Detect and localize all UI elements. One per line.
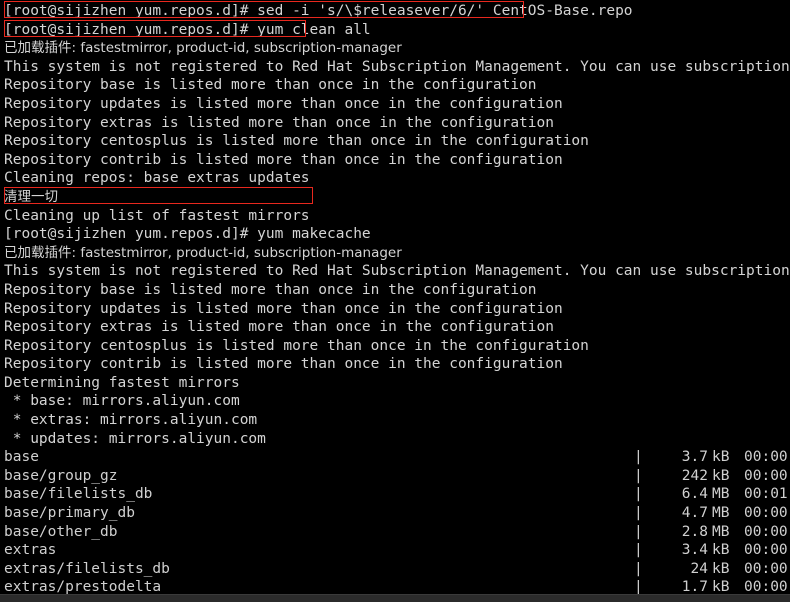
download-size: 1.7 (681, 579, 708, 594)
terminal-line: Repository extras is listed more than on… (4, 319, 554, 336)
terminal-line: Repository updates is listed more than o… (4, 300, 563, 317)
download-name: base/group_gz (4, 467, 118, 484)
download-size: 24 (690, 560, 708, 577)
terminal-line: Repository updates is listed more than o… (4, 95, 563, 112)
terminal-line: [root@sijizhen yum.repos.d]# yum makecac… (4, 226, 371, 243)
download-time: 00:00 (744, 505, 788, 522)
column-separator: | (634, 523, 643, 540)
terminal-line: Repository base is listed more than once… (4, 77, 537, 94)
terminal-line: * base: mirrors.aliyun.com (4, 393, 240, 410)
column-separator: | (634, 542, 643, 559)
column-separator: | (634, 449, 643, 466)
terminal-screen[interactable]: [root@sijizhen yum.repos.d]# sed -i 's/\… (0, 0, 790, 594)
terminal-status-bar (0, 594, 790, 602)
download-name: extras (4, 542, 57, 559)
download-row: base/primary_db | 4.7 MB 00:00 (4, 504, 790, 523)
terminal-line: * updates: mirrors.aliyun.com (4, 430, 266, 447)
download-row: extras | 3.4 kB 00:00 (4, 541, 790, 560)
download-name: extras/prestodelta (4, 579, 162, 594)
download-time: 00:00 (744, 542, 788, 559)
terminal-line: [root@sijizhen yum.repos.d]# sed -i 's/\… (4, 3, 633, 19)
download-size-unit: kB (712, 449, 730, 466)
download-size: 3.7 (681, 449, 708, 466)
terminal-line: This system is not registered to Red Hat… (4, 58, 790, 75)
download-name: extras/filelists_db (4, 560, 170, 577)
download-size-unit: MB (712, 486, 730, 503)
download-time: 00:00 (744, 560, 788, 577)
download-name: base/filelists_db (4, 486, 153, 503)
download-time: 00:00 (744, 523, 788, 540)
column-separator: | (634, 560, 643, 577)
column-separator: | (634, 579, 643, 594)
terminal-line: * extras: mirrors.aliyun.com (4, 412, 258, 429)
download-row: base/group_gz | 242 kB 00:00 (4, 467, 790, 486)
download-time: 00:00 (744, 467, 788, 484)
download-size: 242 (681, 467, 708, 484)
download-size: 2.8 (681, 523, 708, 540)
download-row: base/other_db | 2.8 MB 00:00 (4, 523, 790, 542)
download-time: 00:01 (744, 486, 788, 503)
download-time: 00:00 (744, 579, 788, 594)
download-row: base | 3.7 kB 00:00 (4, 448, 790, 467)
download-size-unit: kB (712, 542, 730, 559)
terminal-line: Repository base is listed more than once… (4, 281, 537, 298)
download-size: 3.4 (681, 542, 708, 559)
terminal-line: Determining fastest mirrors (4, 374, 240, 391)
download-size-unit: MB (712, 523, 730, 540)
terminal-line: Cleaning up list of fastest mirrors (4, 207, 310, 224)
download-time: 00:00 (744, 449, 788, 466)
terminal-line: Cleaning repos: base extras updates (4, 170, 310, 187)
terminal-window[interactable]: [root@sijizhen yum.repos.d]# sed -i 's/\… (0, 0, 790, 602)
column-separator: | (634, 505, 643, 522)
terminal-line: Repository contrib is listed more than o… (4, 356, 563, 373)
download-size-unit: kB (712, 467, 730, 484)
terminal-line: Repository contrib is listed more than o… (4, 151, 563, 168)
download-size: 4.7 (681, 505, 708, 522)
column-separator: | (634, 467, 643, 484)
terminal-line: Repository extras is listed more than on… (4, 114, 554, 131)
column-separator: | (634, 486, 643, 503)
terminal-line: Repository centosplus is listed more tha… (4, 337, 589, 354)
download-row: extras/prestodelta | 1.7 kB 00:00 (4, 578, 790, 594)
download-size-unit: MB (712, 505, 730, 522)
terminal-line: Repository centosplus is listed more tha… (4, 133, 589, 150)
download-row: base/filelists_db | 6.4 MB 00:01 (4, 485, 790, 504)
terminal-line: 已加载插件: fastestmirror, product-id, subscr… (4, 40, 402, 57)
download-size-unit: kB (712, 579, 730, 594)
download-name: base (4, 449, 39, 466)
download-name: base/primary_db (4, 505, 135, 522)
terminal-line: This system is not registered to Red Hat… (4, 263, 790, 280)
download-name: base/other_db (4, 523, 118, 540)
download-size-unit: kB (712, 560, 730, 577)
download-size: 6.4 (681, 486, 708, 503)
download-row: extras/filelists_db | 24 kB 00:00 (4, 560, 790, 579)
terminal-line: 清理一切 (4, 188, 58, 205)
terminal-line: 已加载插件: fastestmirror, product-id, subscr… (4, 244, 402, 261)
terminal-line: [root@sijizhen yum.repos.d]# yum clean a… (4, 21, 371, 38)
